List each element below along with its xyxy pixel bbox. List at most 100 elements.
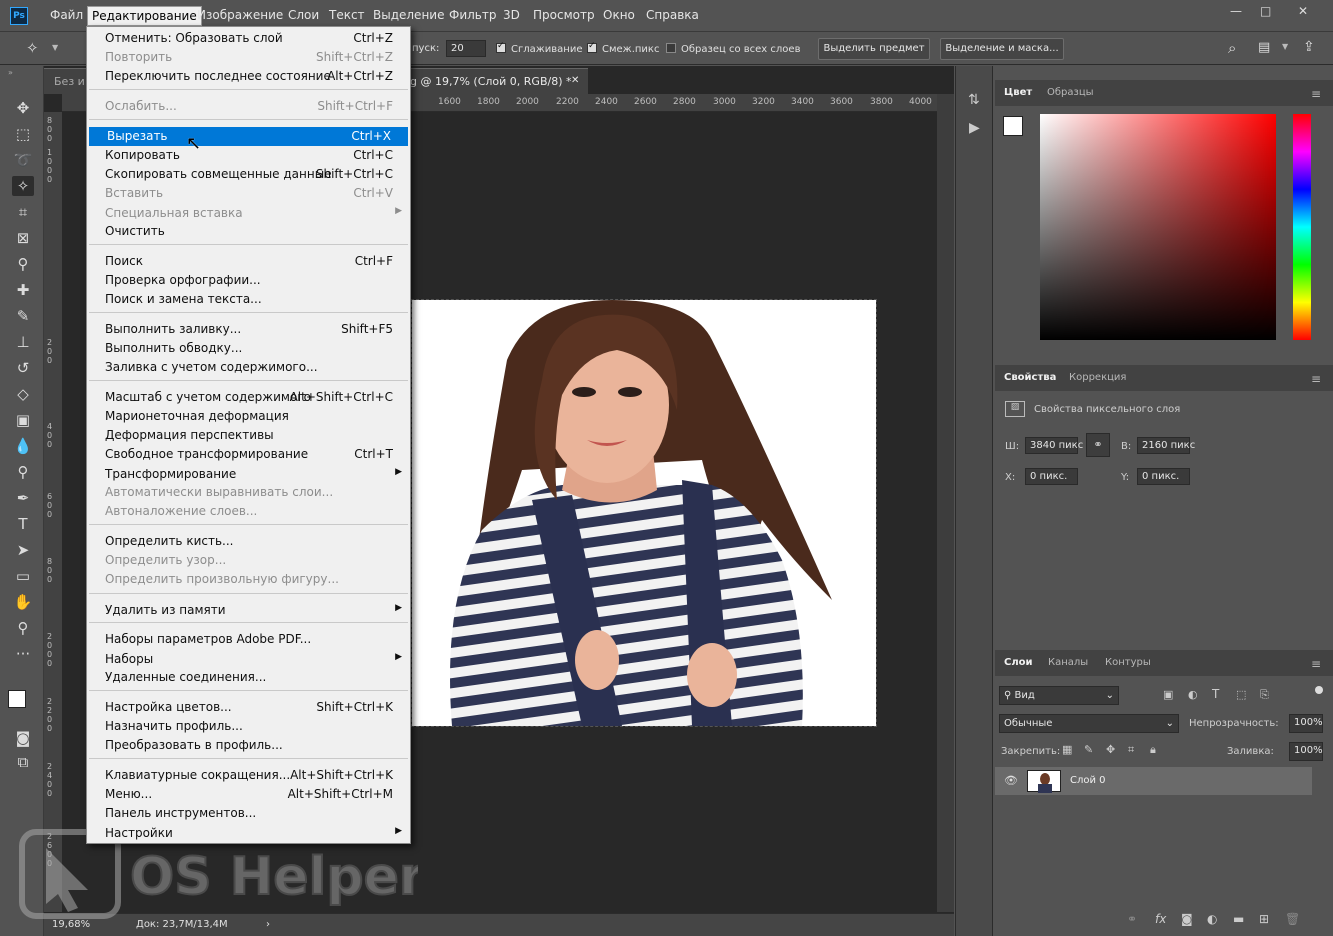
edit-menu-item[interactable]: Вырезать Ctrl+X bbox=[89, 127, 408, 146]
foreground-color-swatch[interactable] bbox=[1003, 116, 1023, 136]
rectangle-tool-icon[interactable]: ▭ bbox=[12, 566, 34, 586]
type-filter-icon[interactable]: T bbox=[1212, 687, 1219, 701]
history-brush-tool-icon[interactable]: ↺ bbox=[12, 358, 34, 378]
edit-menu-item[interactable]: Наборы параметров Adobe PDF... bbox=[87, 630, 410, 649]
edit-menu-item[interactable]: Отменить: Образовать слой Ctrl+Z bbox=[87, 29, 410, 48]
share-icon[interactable]: ⇪ bbox=[1303, 39, 1315, 55]
blend-mode-select[interactable]: Обычные ⌄ bbox=[999, 714, 1179, 733]
close-icon[interactable]: ✕ bbox=[1298, 4, 1308, 18]
magic-wand-tool-icon[interactable]: ✧ bbox=[12, 176, 34, 196]
link-icon[interactable]: ⚭ bbox=[1086, 433, 1110, 457]
menu-select[interactable]: Выделение bbox=[373, 8, 444, 22]
lock-brush-icon[interactable]: ✎ bbox=[1084, 743, 1093, 756]
magic-wand-icon[interactable]: ✧ bbox=[26, 39, 39, 57]
tolerance-input[interactable]: 20 bbox=[446, 40, 486, 57]
lock-all-icon[interactable]: 🔒︎ bbox=[1150, 743, 1156, 757]
layer-filter-select[interactable]: ⚲ Вид ⌄ bbox=[999, 686, 1119, 705]
lasso-tool-icon[interactable]: ➰ bbox=[12, 150, 34, 170]
edit-menu-item[interactable]: Проверка орфографии... bbox=[87, 271, 410, 290]
path-selection-tool-icon[interactable]: ➤ bbox=[12, 540, 34, 560]
brush-tool-icon[interactable]: ✎ bbox=[12, 306, 34, 326]
height-input[interactable]: 2160 пикс bbox=[1137, 437, 1195, 454]
edit-menu-item[interactable]: Заливка с учетом содержимого... bbox=[87, 358, 410, 377]
edit-menu-item[interactable]: Очистить bbox=[87, 222, 410, 241]
document-tab-other[interactable]: Без и bbox=[54, 75, 85, 88]
edit-menu-item[interactable]: Скопировать совмещенные данные Shift+Ctrl… bbox=[87, 165, 410, 184]
edit-menu-item[interactable]: Удалить из памяти ▶ bbox=[87, 601, 410, 620]
frame-tool-icon[interactable]: ⊠ bbox=[12, 228, 34, 248]
select-and-mask-button[interactable]: Выделение и маска... bbox=[940, 38, 1064, 60]
chevron-right-icon[interactable]: › bbox=[266, 919, 270, 930]
edit-menu-item[interactable]: Назначить профиль... bbox=[87, 717, 410, 736]
tab-color[interactable]: Цвет bbox=[1004, 87, 1032, 98]
edit-menu-item[interactable]: Клавиатурные сокращения... Alt+Shift+Ctrl… bbox=[87, 766, 410, 785]
edit-menu-item[interactable]: Определить кисть... bbox=[87, 532, 410, 551]
fx-icon[interactable]: fx bbox=[1155, 912, 1166, 926]
tab-properties[interactable]: Свойства bbox=[1004, 372, 1056, 383]
edit-menu-item[interactable]: Настройка цветов... Shift+Ctrl+K bbox=[87, 698, 410, 717]
filter-toggle[interactable] bbox=[1315, 686, 1323, 694]
edit-menu-item[interactable]: Свободное трансформирование Ctrl+T bbox=[87, 445, 410, 464]
opacity-input[interactable]: 100% bbox=[1289, 714, 1323, 733]
dodge-tool-icon[interactable]: ⚲ bbox=[12, 462, 34, 482]
contiguous-checkbox[interactable]: Смеж.пикс bbox=[587, 41, 659, 55]
healing-brush-tool-icon[interactable]: ✚ bbox=[12, 280, 34, 300]
tab-paths[interactable]: Контуры bbox=[1105, 657, 1151, 668]
menu-layers[interactable]: Слои bbox=[288, 8, 319, 22]
width-input[interactable]: 3840 пикс bbox=[1025, 437, 1083, 454]
canvas-image[interactable] bbox=[411, 299, 877, 727]
layer-row[interactable]: 👁︎ Слой 0 bbox=[995, 767, 1312, 795]
history-icon[interactable]: ⇅ bbox=[968, 92, 980, 108]
edit-menu-item[interactable]: Марионеточная деформация bbox=[87, 407, 410, 426]
image-filter-icon[interactable]: ▣ bbox=[1163, 688, 1173, 701]
edit-menu-item[interactable]: Трансформирование ▶ bbox=[87, 465, 410, 484]
more-tools-icon[interactable]: ··· bbox=[12, 644, 34, 664]
panel-menu-icon[interactable]: ≡ bbox=[1311, 372, 1321, 386]
trash-icon[interactable]: 🗑︎ bbox=[1285, 912, 1300, 926]
menu-3d[interactable]: 3D bbox=[503, 8, 520, 22]
hue-slider[interactable] bbox=[1293, 114, 1311, 340]
chevron-down-icon[interactable]: ▼ bbox=[52, 43, 58, 52]
eyedropper-tool-icon[interactable]: ⚲ bbox=[12, 254, 34, 274]
zoom-tool-icon[interactable]: ⚲ bbox=[12, 618, 34, 638]
edit-menu-item[interactable]: Преобразовать в профиль... bbox=[87, 736, 410, 755]
sample-all-checkbox[interactable]: Образец со всех слоев bbox=[666, 43, 800, 55]
zoom-level[interactable]: 19,68% bbox=[52, 919, 90, 930]
screen-mode-icon[interactable]: ⧉ bbox=[12, 752, 34, 772]
maximize-icon[interactable]: □ bbox=[1260, 4, 1271, 18]
menu-filter[interactable]: Фильтр bbox=[449, 8, 496, 22]
quick-mask-icon[interactable]: ◙ bbox=[12, 728, 34, 748]
tab-swatches[interactable]: Образцы bbox=[1047, 87, 1094, 98]
smart-object-filter-icon[interactable]: ⎘ bbox=[1260, 688, 1269, 702]
vertical-scrollbar[interactable] bbox=[937, 94, 954, 912]
gradient-tool-icon[interactable]: ▣ bbox=[12, 410, 34, 430]
edit-menu-item[interactable]: Удаленные соединения... bbox=[87, 668, 410, 687]
workspace-icon[interactable]: ▤ bbox=[1258, 40, 1270, 55]
eye-icon[interactable]: 👁︎ bbox=[1004, 774, 1018, 787]
play-icon[interactable]: ▶ bbox=[969, 120, 980, 136]
move-tool-icon[interactable]: ✥ bbox=[12, 98, 34, 118]
pen-tool-icon[interactable]: ✒ bbox=[12, 488, 34, 508]
type-tool-icon[interactable]: T bbox=[12, 514, 34, 534]
menu-type[interactable]: Текст bbox=[329, 8, 365, 22]
tab-adjustments[interactable]: Коррекция bbox=[1069, 372, 1126, 383]
lock-pixels-icon[interactable]: ▦ bbox=[1062, 743, 1072, 756]
new-layer-icon[interactable]: ⊞ bbox=[1259, 912, 1269, 926]
close-tab-icon[interactable]: ✕ bbox=[571, 75, 579, 86]
edit-menu-item[interactable]: Меню... Alt+Shift+Ctrl+M bbox=[87, 785, 410, 804]
edit-menu-item[interactable]: Выполнить обводку... bbox=[87, 339, 410, 358]
foreground-color-swatch[interactable] bbox=[8, 690, 26, 708]
edit-menu-item[interactable]: Панель инструментов... bbox=[87, 804, 410, 823]
link-layers-icon[interactable]: ⚭ bbox=[1127, 912, 1137, 926]
fill-input[interactable]: 100% bbox=[1289, 742, 1323, 761]
menu-view[interactable]: Просмотр bbox=[533, 8, 595, 22]
menu-help[interactable]: Справка bbox=[646, 8, 699, 22]
y-input[interactable]: 0 пикс. bbox=[1137, 468, 1190, 485]
tab-layers[interactable]: Слои bbox=[1004, 657, 1033, 668]
adjustment-filter-icon[interactable]: ◐ bbox=[1188, 688, 1198, 701]
collapse-icon[interactable]: » bbox=[8, 68, 13, 77]
edit-menu-item[interactable]: Поиск и замена текста... bbox=[87, 290, 410, 309]
menu-image[interactable]: Изображение bbox=[197, 8, 283, 22]
panel-menu-icon[interactable]: ≡ bbox=[1311, 657, 1321, 671]
edit-menu-item[interactable]: Поиск Ctrl+F bbox=[87, 252, 410, 271]
